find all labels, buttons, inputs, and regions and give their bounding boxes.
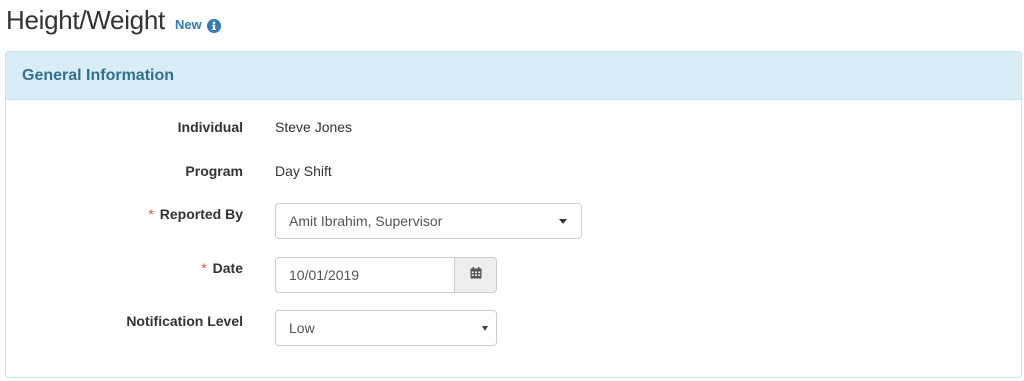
- caret-down-icon: [482, 325, 488, 331]
- individual-value: Steve Jones: [275, 119, 353, 135]
- program-value: Day Shift: [275, 163, 332, 179]
- status-label: New: [174, 17, 202, 32]
- notification-level-value: Low: [289, 320, 315, 336]
- required-marker: *: [201, 260, 207, 276]
- reported-by-label: * Reported By: [148, 206, 243, 222]
- page-title: Height/Weight: [6, 5, 165, 35]
- date-label: * Date: [201, 260, 243, 276]
- general-information-panel: General Information Individual Steve Jon…: [5, 51, 1022, 378]
- program-row: Program Day Shift: [6, 154, 1021, 190]
- page: Height/Weight New General Information In…: [0, 0, 1024, 381]
- reported-by-label-text: Reported By: [159, 206, 243, 222]
- reported-by-row: * Reported By Amit Ibrahim, Supervisor: [6, 203, 1021, 239]
- date-input[interactable]: 10/01/2019: [275, 257, 454, 293]
- date-picker: 10/01/2019: [275, 257, 497, 293]
- reported-by-select[interactable]: Amit Ibrahim, Supervisor: [275, 203, 582, 239]
- panel-title: General Information: [22, 66, 175, 84]
- date-row: * Date 10/01/2019: [6, 257, 1021, 293]
- notification-level-label: Notification Level: [126, 313, 243, 329]
- notification-level-row: Notification Level Low: [6, 310, 1021, 346]
- panel-heading: General Information: [6, 52, 1021, 100]
- calendar-icon: [470, 266, 482, 284]
- page-header: Height/Weight New: [6, 5, 221, 39]
- date-label-text: Date: [212, 260, 243, 276]
- info-circle-icon[interactable]: [206, 18, 221, 33]
- caret-down-icon: [559, 218, 567, 224]
- status-badge: New: [174, 17, 221, 33]
- notification-level-select[interactable]: Low: [275, 310, 497, 346]
- individual-label: Individual: [177, 119, 243, 135]
- program-label: Program: [185, 163, 243, 179]
- individual-row: Individual Steve Jones: [6, 110, 1021, 146]
- reported-by-value: Amit Ibrahim, Supervisor: [289, 213, 443, 229]
- required-marker: *: [148, 206, 154, 222]
- calendar-button[interactable]: [454, 257, 497, 293]
